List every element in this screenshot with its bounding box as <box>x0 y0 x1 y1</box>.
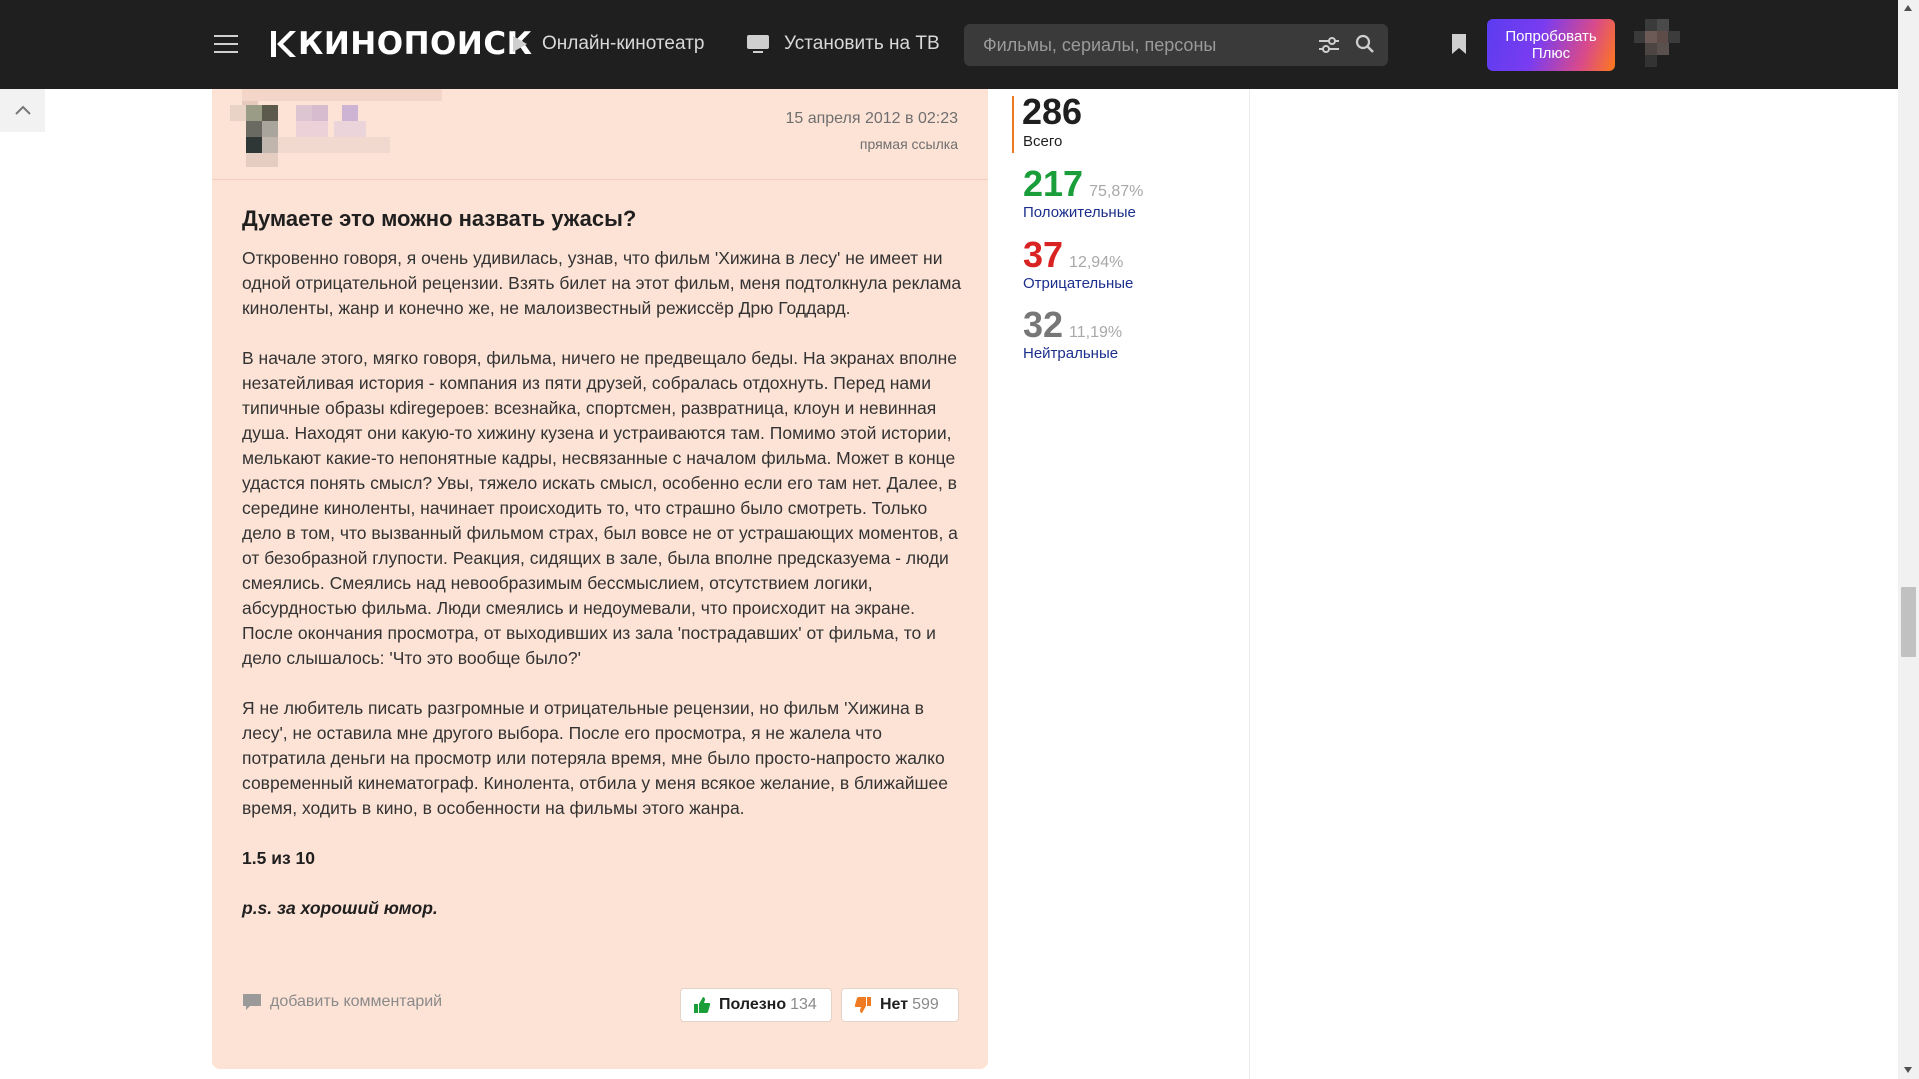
stat-positive-link[interactable]: Положительные <box>1023 204 1136 221</box>
tv-icon <box>747 35 769 53</box>
stat-negative-percent: 12,94% <box>1069 254 1124 271</box>
nav-online-cinema[interactable]: Онлайн-кинотеатр <box>512 30 704 58</box>
vote-no-label: Нет <box>880 996 909 1013</box>
review-date: 15 апреля 2012 в 02:23 <box>785 110 958 127</box>
review-paragraph: Я не любитель писать разгромные и отрица… <box>242 698 948 818</box>
thumb-down-icon <box>854 997 871 1013</box>
review-body: Откровенно говоря, я очень удивилась, уз… <box>242 246 962 946</box>
vote-useful-count: 134 <box>790 996 817 1013</box>
nav-online-cinema-label: Онлайн-кинотеатр <box>542 33 705 54</box>
comment-icon <box>243 994 261 1010</box>
try-plus-button[interactable]: Попробовать Плюс <box>1487 19 1615 71</box>
thumb-up-icon <box>694 997 711 1013</box>
stat-negative: 37 12,94% <box>1023 234 1123 276</box>
stat-positive-value: 217 <box>1023 163 1084 204</box>
logo-mark-icon <box>270 29 296 59</box>
filter-icon[interactable] <box>1318 35 1340 55</box>
stat-positive: 217 75,87% <box>1023 163 1143 205</box>
chevron-up-icon <box>15 105 31 115</box>
try-plus-line1: Попробовать <box>1505 28 1597 45</box>
add-comment-button[interactable]: добавить комментарий <box>242 993 442 1011</box>
vote-no-button[interactable]: Нет 599 <box>841 988 959 1022</box>
review-paragraph: Откровенно говоря, я очень удивилась, уз… <box>242 248 962 318</box>
add-comment-label: добавить комментарий <box>270 993 443 1010</box>
nav-install-tv[interactable]: Установить на ТВ <box>746 30 940 58</box>
review-score: 1.5 из 10 <box>242 848 315 868</box>
search-box <box>964 24 1388 66</box>
stat-neutral-percent: 11,19% <box>1069 324 1123 341</box>
stat-total-label: Всего <box>1023 133 1063 150</box>
top-header: КИНОПОИСК Онлайн-кинотеатр Установить на… <box>0 0 1898 89</box>
review-header: 15 апреля 2012 в 02:23 прямая ссылка <box>212 89 988 180</box>
scroll-up-arrow-icon[interactable] <box>1903 4 1913 12</box>
review-ps: p.s. за хороший юмор. <box>242 898 438 918</box>
stat-positive-percent: 75,87% <box>1089 183 1144 200</box>
stat-total-value: 286 <box>1022 91 1083 132</box>
nav-install-tv-label: Установить на ТВ <box>784 33 940 54</box>
vote-useful-label: Полезно <box>719 996 787 1013</box>
search-icon[interactable] <box>1355 34 1375 54</box>
review-title: Думаете это можно назвать ужасы? <box>242 206 637 231</box>
scroll-to-top-button[interactable] <box>0 89 45 132</box>
play-icon <box>513 36 527 52</box>
column-divider <box>1249 89 1250 1079</box>
user-avatar[interactable] <box>1634 19 1680 67</box>
bookmark-icon[interactable] <box>1450 33 1468 55</box>
permalink-link[interactable]: прямая ссылка <box>860 136 958 152</box>
review-card: 15 апреля 2012 в 02:23 прямая ссылка Дум… <box>212 89 988 1069</box>
search-input[interactable] <box>964 24 1304 66</box>
try-plus-line2: Плюс <box>1531 45 1571 62</box>
stat-neutral: 32 11,19% <box>1023 304 1122 346</box>
page-scrollbar[interactable] <box>1898 0 1919 1079</box>
stat-neutral-link[interactable]: Нейтральные <box>1023 345 1118 362</box>
logo-text: КИНОПОИСК <box>298 26 533 62</box>
author-avatar-blurred[interactable] <box>230 89 442 169</box>
stat-negative-value: 37 <box>1023 234 1064 275</box>
stats-accent-bar <box>1012 96 1014 153</box>
scroll-down-arrow-icon[interactable] <box>1903 1066 1913 1074</box>
vote-no-count: 599 <box>912 996 939 1013</box>
vote-useful-button[interactable]: Полезно 134 <box>680 988 832 1022</box>
scrollbar-thumb[interactable] <box>1901 587 1916 657</box>
kinopoisk-logo[interactable]: КИНОПОИСК <box>270 24 532 64</box>
page: КИНОПОИСК Онлайн-кинотеатр Установить на… <box>0 0 1919 1079</box>
review-paragraph: В начале этого, мягко говоря, фильма, ни… <box>242 348 958 668</box>
stat-neutral-value: 32 <box>1023 304 1064 345</box>
menu-icon[interactable] <box>214 33 240 55</box>
stat-negative-link[interactable]: Отрицательные <box>1023 275 1133 292</box>
